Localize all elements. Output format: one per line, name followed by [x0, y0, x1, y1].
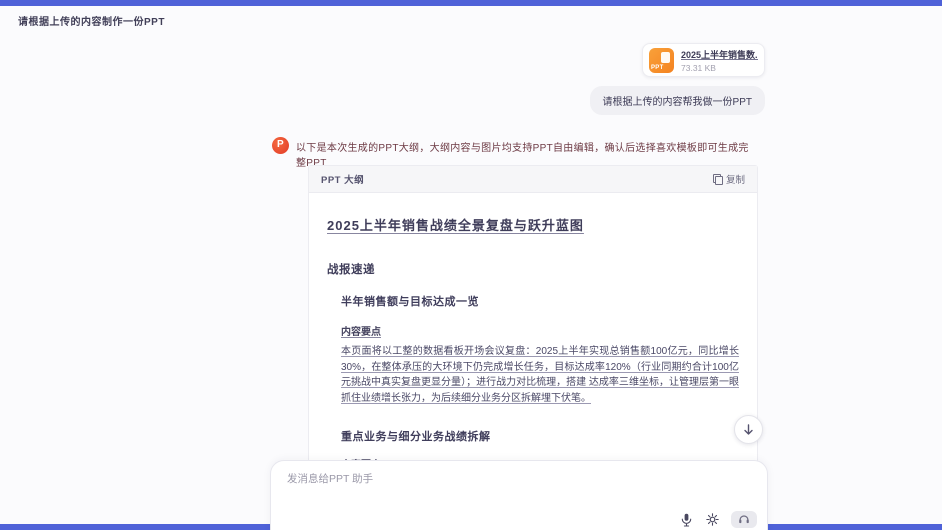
chat-page: 请根据上传的内容制作一份PPT PPT 2025上半年销售数... 73.31 …: [0, 0, 942, 530]
attachment-name[interactable]: 2025上半年销售数...: [681, 48, 758, 61]
voice-call-button[interactable]: [731, 511, 757, 528]
points-body[interactable]: 本页面将以工整的数据看板开场会议复盘：2025上半年实现总销售额100亿元，同比…: [341, 344, 739, 406]
attachment-meta: 2025上半年销售数... 73.31 KB: [681, 48, 758, 73]
outline-card-title: PPT 大纲: [321, 172, 364, 186]
ppt-type-label: PPT: [651, 65, 664, 71]
headset-icon: [738, 514, 750, 525]
attachment-size: 73.31 KB: [681, 63, 758, 73]
scroll-to-bottom-button[interactable]: [734, 415, 763, 444]
microphone-icon[interactable]: [679, 512, 694, 527]
composer-toolbar: [679, 511, 757, 528]
attachment-card[interactable]: PPT 2025上半年销售数... 73.31 KB: [642, 43, 765, 77]
user-message-bubble: 请根据上传的内容帮我做一份PPT: [590, 86, 765, 115]
arrow-down-icon: [743, 424, 754, 436]
assistant-avatar: [272, 137, 289, 154]
points-label: 内容要点: [341, 323, 381, 338]
outline-chapter-heading[interactable]: 战报速递: [327, 261, 739, 277]
conversation-title: 请根据上传的内容制作一份PPT: [18, 13, 165, 28]
copy-icon: [713, 174, 722, 184]
ppt-outline-card: PPT 大纲 复制 2025上半年销售战绩全景复盘与跃升蓝图 战报速递 半年销售…: [308, 165, 758, 495]
settings-gear-icon[interactable]: [705, 512, 720, 527]
top-accent-bar: [0, 0, 942, 6]
document-glyph: [661, 52, 670, 63]
outline-subsection-title[interactable]: 重点业务与细分业务战绩拆解: [341, 428, 739, 444]
copy-button[interactable]: 复制: [713, 172, 745, 186]
copy-button-label: 复制: [726, 172, 745, 186]
ppt-file-icon: PPT: [649, 48, 674, 73]
outline-subsection-title[interactable]: 半年销售额与目标达成一览: [341, 293, 739, 309]
outline-doc-title[interactable]: 2025上半年销售战绩全景复盘与跃升蓝图: [327, 215, 739, 234]
outline-card-header: PPT 大纲 复制: [309, 166, 757, 193]
message-composer[interactable]: 发消息给PPT 助手: [270, 460, 768, 530]
composer-placeholder[interactable]: 发消息给PPT 助手: [287, 471, 373, 486]
